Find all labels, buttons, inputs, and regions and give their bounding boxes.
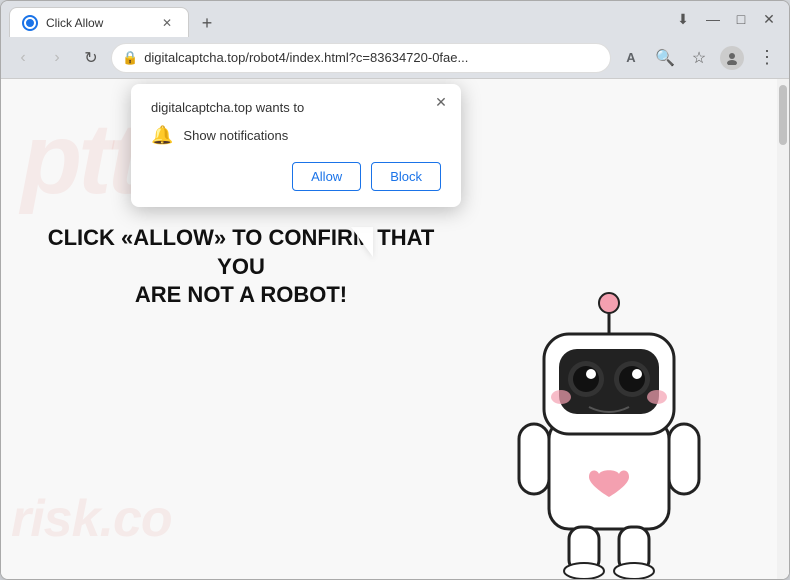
popup-site-text: digitalcaptcha.top wants to <box>151 100 441 115</box>
minimize-button[interactable]: — <box>701 7 725 31</box>
notification-popup: ✕ digitalcaptcha.top wants to 🔔 Show not… <box>131 84 461 207</box>
browser-window: Click Allow ✕ + ⬇ — □ ✕ ‹ › ↻ 🔒 digitalc… <box>0 0 790 580</box>
tab-favicon <box>22 15 38 31</box>
profile-avatar <box>720 46 744 70</box>
forward-button[interactable]: › <box>43 44 71 72</box>
menu-icon[interactable]: ⋮ <box>753 44 781 72</box>
tab-close-button[interactable]: ✕ <box>158 14 176 32</box>
scroll-thumb[interactable] <box>779 85 787 145</box>
address-bar[interactable]: 🔒 digitalcaptcha.top/robot4/index.html?c… <box>111 43 611 73</box>
bell-icon: 🔔 <box>151 125 173 146</box>
page-main-line1: CLICK «ALLOW» TO CONFIRM THAT YOU <box>48 225 435 279</box>
lock-icon: 🔒 <box>122 50 138 66</box>
maximize-button[interactable]: □ <box>729 7 753 31</box>
page-content: ptt risk.co ✕ digitalcaptcha.top wants t… <box>1 79 789 579</box>
notification-label: Show notifications <box>183 128 288 143</box>
popup-buttons: Allow Block <box>151 162 441 191</box>
allow-button[interactable]: Allow <box>292 162 361 191</box>
address-text: digitalcaptcha.top/robot4/index.html?c=8… <box>144 50 600 65</box>
block-button[interactable]: Block <box>371 162 441 191</box>
translate-icon[interactable]: A <box>617 44 645 72</box>
bookmark-icon[interactable]: ☆ <box>685 44 713 72</box>
popup-close-button[interactable]: ✕ <box>431 92 451 112</box>
back-button[interactable]: ‹ <box>9 44 37 72</box>
new-tab-button[interactable]: + <box>193 9 221 37</box>
refresh-button[interactable]: ↻ <box>77 44 105 72</box>
tab-area: Click Allow ✕ + <box>9 1 665 37</box>
scrollbar[interactable] <box>777 79 789 579</box>
profile-icon[interactable] <box>719 44 747 72</box>
watermark-logo: ptt <box>21 109 137 209</box>
active-tab[interactable]: Click Allow ✕ <box>9 7 189 37</box>
close-button[interactable]: ✕ <box>757 7 781 31</box>
page-main-line2: ARE NOT A ROBOT! <box>135 282 347 307</box>
extensions-icon[interactable]: ⬇ <box>669 5 697 33</box>
title-bar: Click Allow ✕ + ⬇ — □ ✕ <box>1 1 789 37</box>
robot-svg <box>469 259 749 579</box>
speech-bubble-tail <box>351 227 373 257</box>
page-main-text: CLICK «ALLOW» TO CONFIRM THAT YOU ARE NO… <box>31 224 451 310</box>
toolbar-icons: A 🔍 ☆ ⋮ <box>617 44 781 72</box>
search-icon[interactable]: 🔍 <box>651 44 679 72</box>
tab-title: Click Allow <box>46 16 150 30</box>
watermark-text: risk.co <box>11 489 172 549</box>
notification-row: 🔔 Show notifications <box>151 125 441 146</box>
robot-illustration <box>469 259 749 579</box>
toolbar: ‹ › ↻ 🔒 digitalcaptcha.top/robot4/index.… <box>1 37 789 79</box>
